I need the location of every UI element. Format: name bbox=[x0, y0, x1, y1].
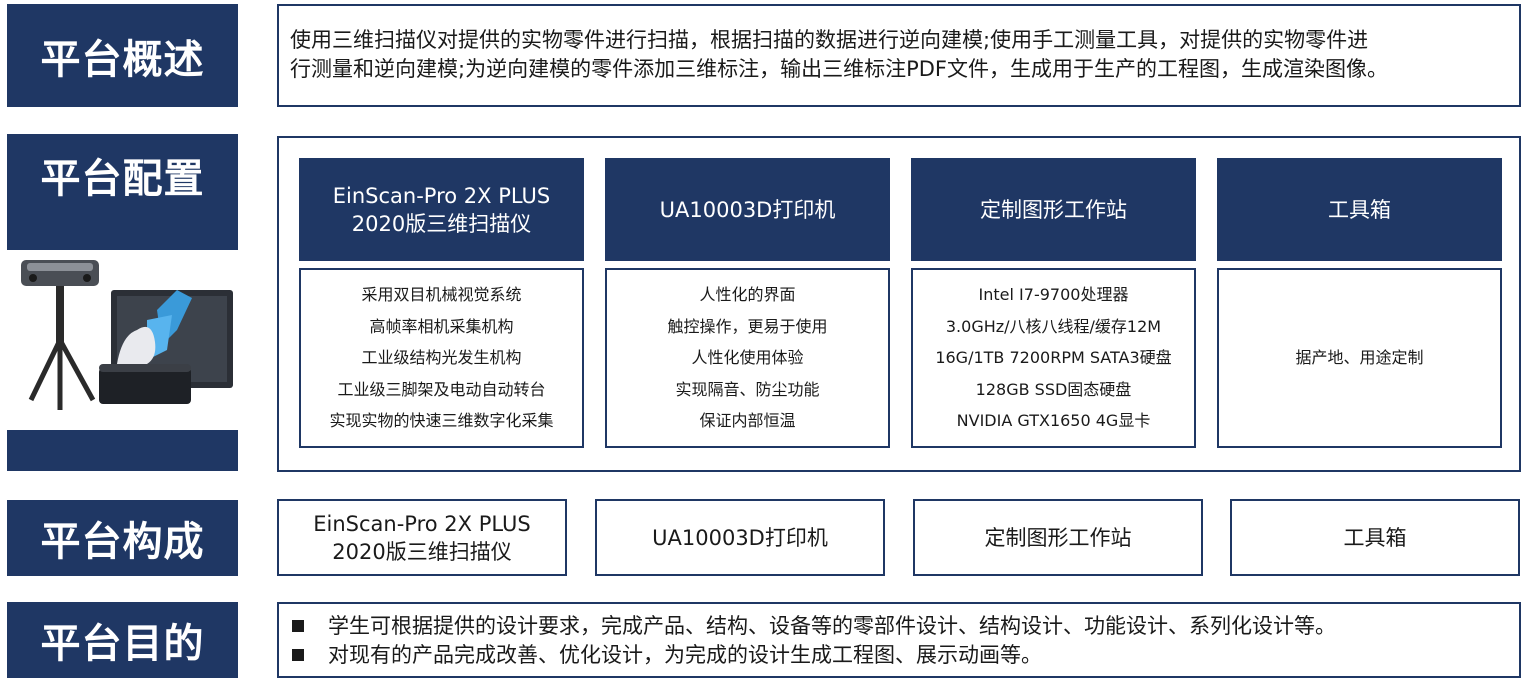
config-header-toolbox: 工具箱 bbox=[1217, 158, 1502, 261]
config-specs-toolbox: 据产地、用途定制 bbox=[1217, 268, 1502, 448]
square-bullet-icon bbox=[292, 620, 304, 632]
purpose-item: 对现有的产品完成改善、优化设计，为完成的设计生成工程图、展示动画等。 bbox=[292, 641, 1492, 669]
spec-line: 保证内部恒温 bbox=[699, 411, 796, 431]
config-header-scanner-line2: 2020版三维扫描仪 bbox=[351, 211, 532, 236]
scanner-illustration bbox=[7, 250, 238, 430]
spec-line: 人性化使用体验 bbox=[691, 348, 804, 368]
overview-text: 使用三维扫描仪对提供的实物零件进行扫描，根据扫描的数据进行逆向建模;使用手工测量… bbox=[290, 26, 1510, 84]
composition-scanner-line2: 2020版三维扫描仪 bbox=[332, 539, 512, 564]
composition-scanner-line1: EinScan-Pro 2X PLUS bbox=[313, 511, 531, 536]
config-label-text: 平台配置 bbox=[40, 156, 205, 202]
config-header-scanner-line1: EinScan-Pro 2X PLUS bbox=[332, 183, 551, 208]
spec-line: 工业级三脚架及电动自动转台 bbox=[337, 379, 546, 399]
square-bullet-icon bbox=[292, 649, 304, 661]
turntable-shape bbox=[99, 368, 191, 404]
spec-line: 高帧率相机采集机构 bbox=[369, 316, 514, 336]
spec-line: NVIDIA GTX1650 4G显卡 bbox=[956, 411, 1151, 431]
section-label-overview: 平台概述 bbox=[7, 4, 238, 107]
spec-line: 触控操作，更易于使用 bbox=[667, 316, 828, 336]
purpose-text: 学生可根据提供的设计要求，完成产品、结构、设备等的零部件设计、结构设计、功能设计… bbox=[328, 614, 1336, 638]
section-label-purpose: 平台目的 bbox=[7, 602, 238, 678]
spec-line: 实现隔音、防尘功能 bbox=[675, 379, 820, 399]
spec-line: 128GB SSD固态硬盘 bbox=[975, 379, 1132, 399]
config-specs-workstation: Intel I7-9700处理器 3.0GHz/八核八线程/缓存12M 16G/… bbox=[911, 268, 1196, 448]
composition-item-toolbox: 工具箱 bbox=[1230, 499, 1520, 576]
config-header-printer: UA10003D打印机 bbox=[605, 158, 890, 261]
spec-line: 实现实物的快速三维数字化采集 bbox=[329, 411, 554, 431]
spec-line: 人性化的界面 bbox=[699, 285, 796, 305]
scanner-product-photo bbox=[7, 250, 238, 430]
composition-item-scanner: EinScan-Pro 2X PLUS 2020版三维扫描仪 bbox=[277, 499, 567, 576]
spec-line: Intel I7-9700处理器 bbox=[978, 285, 1129, 305]
composition-item-workstation: 定制图形工作站 bbox=[913, 499, 1203, 576]
spec-line: 据产地、用途定制 bbox=[1295, 348, 1424, 368]
spec-line: 工业级结构光发生机构 bbox=[361, 348, 522, 368]
purpose-item: 学生可根据提供的设计要求，完成产品、结构、设备等的零部件设计、结构设计、功能设计… bbox=[292, 612, 1492, 640]
purpose-text: 对现有的产品完成改善、优化设计，为完成的设计生成工程图、展示动画等。 bbox=[328, 643, 1042, 667]
overview-line-2: 行测量和逆向建模;为逆向建模的零件添加三维标注，输出三维标注PDF文件，生成用于… bbox=[290, 57, 1388, 81]
section-label-composition: 平台构成 bbox=[7, 500, 238, 576]
config-specs-scanner: 采用双目机械视觉系统 高帧率相机采集机构 工业级结构光发生机构 工业级三脚架及电… bbox=[299, 268, 584, 448]
config-specs-printer: 人性化的界面 触控操作，更易于使用 人性化使用体验 实现隔音、防尘功能 保证内部… bbox=[605, 268, 890, 448]
spec-line: 采用双目机械视觉系统 bbox=[361, 285, 522, 305]
config-header-scanner: EinScan-Pro 2X PLUS 2020版三维扫描仪 bbox=[299, 158, 584, 261]
spec-line: 3.0GHz/八核八线程/缓存12M bbox=[945, 316, 1162, 336]
overview-line-1: 使用三维扫描仪对提供的实物零件进行扫描，根据扫描的数据进行逆向建模;使用手工测量… bbox=[290, 28, 1369, 52]
spec-line: 16G/1TB 7200RPM SATA3硬盘 bbox=[935, 348, 1172, 368]
composition-item-printer: UA10003D打印机 bbox=[595, 499, 885, 576]
config-header-workstation: 定制图形工作站 bbox=[911, 158, 1196, 261]
